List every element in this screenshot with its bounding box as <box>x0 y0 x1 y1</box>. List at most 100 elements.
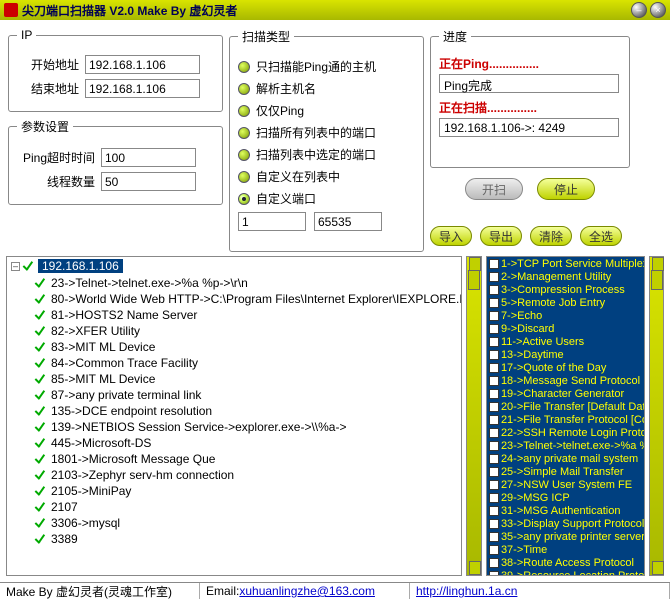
scan-option-4[interactable]: 扫描列表中选定的端口 <box>238 146 415 163</box>
tree-item[interactable]: 139->NETBIOS Session Service->explorer.e… <box>7 419 461 435</box>
tree-toggle-icon[interactable]: – <box>11 262 20 271</box>
tree-item[interactable]: 84->Common Trace Facility <box>7 355 461 371</box>
port-list-item[interactable]: 13->Daytime <box>487 348 644 361</box>
port-list-item[interactable]: 5->Remote Job Entry <box>487 296 644 309</box>
checkbox-icon[interactable] <box>489 272 499 282</box>
tree-item[interactable]: 80->World Wide Web HTTP->C:\Program File… <box>7 291 461 307</box>
radio-icon[interactable] <box>238 193 250 205</box>
tree-item[interactable]: 2107 <box>7 499 461 515</box>
port-scrollbar[interactable] <box>649 256 664 576</box>
end-ip-input[interactable] <box>85 79 200 98</box>
checkbox-icon[interactable] <box>489 389 499 399</box>
minimize-button[interactable]: – <box>631 2 647 18</box>
checkbox-icon[interactable] <box>489 415 499 425</box>
checkbox-icon[interactable] <box>489 480 499 490</box>
port-list-item[interactable]: 29->MSG ICP <box>487 491 644 504</box>
scan-option-1[interactable]: 解析主机名 <box>238 80 415 97</box>
scan-option-5[interactable]: 自定义在列表中 <box>238 168 415 185</box>
tree-item[interactable]: 2103->Zephyr serv-hm connection <box>7 467 461 483</box>
tree-item[interactable]: 1801->Microsoft Message Que <box>7 451 461 467</box>
port-list-item[interactable]: 23->Telnet->telnet.exe->%a %p->\r\n <box>487 439 644 452</box>
radio-icon[interactable] <box>238 171 250 183</box>
tree-item[interactable]: 3306->mysql <box>7 515 461 531</box>
radio-icon[interactable] <box>238 127 250 139</box>
port-list-item[interactable]: 39->Resource Location Protocol <box>487 569 644 576</box>
checkbox-icon[interactable] <box>489 428 499 438</box>
port-list-item[interactable]: 31->MSG Authentication <box>487 504 644 517</box>
checkbox-icon[interactable] <box>489 402 499 412</box>
tree-root-ip[interactable]: 192.168.1.106 <box>38 259 123 273</box>
checkbox-icon[interactable] <box>489 467 499 477</box>
checkbox-icon[interactable] <box>489 441 499 451</box>
start-scan-button[interactable]: 开扫 <box>465 178 523 200</box>
url-link[interactable]: http://linghun.1a.cn <box>416 584 517 598</box>
port-list-item[interactable]: 20->File Transfer [Default Data] <box>487 400 644 413</box>
port-list-item[interactable]: 33->Display Support Protocol <box>487 517 644 530</box>
port-list-item[interactable]: 25->Simple Mail Transfer <box>487 465 644 478</box>
export-button[interactable]: 导出 <box>480 226 522 246</box>
radio-icon[interactable] <box>238 83 250 95</box>
radio-icon[interactable] <box>238 105 250 117</box>
checkbox-icon[interactable] <box>489 571 499 577</box>
close-button[interactable]: × <box>650 2 666 18</box>
tree-item[interactable]: 87->any private terminal link <box>7 387 461 403</box>
checkbox-icon[interactable] <box>489 350 499 360</box>
port-to-input[interactable] <box>314 212 382 231</box>
port-list-panel[interactable]: 1->TCP Port Service Multiplexer2->Manage… <box>486 256 645 576</box>
port-list-item[interactable]: 9->Discard <box>487 322 644 335</box>
tree-item[interactable]: 82->XFER Utility <box>7 323 461 339</box>
port-list-item[interactable]: 24->any private mail system <box>487 452 644 465</box>
checkbox-icon[interactable] <box>489 506 499 516</box>
port-list-item[interactable]: 21->File Transfer Protocol [Control]->-> <box>487 413 644 426</box>
port-list-item[interactable]: 38->Route Access Protocol <box>487 556 644 569</box>
checkbox-icon[interactable] <box>489 376 499 386</box>
checkbox-icon[interactable] <box>489 285 499 295</box>
stop-scan-button[interactable]: 停止 <box>537 178 595 200</box>
ping-timeout-input[interactable] <box>101 148 196 167</box>
port-list-item[interactable]: 1->TCP Port Service Multiplexer <box>487 257 644 270</box>
checkbox-icon[interactable] <box>489 324 499 334</box>
results-tree[interactable]: – 192.168.1.106 23->Telnet->telnet.exe->… <box>6 256 462 576</box>
port-list-item[interactable]: 17->Quote of the Day <box>487 361 644 374</box>
radio-icon[interactable] <box>238 61 250 73</box>
checkbox-icon[interactable] <box>489 259 499 269</box>
tree-item[interactable]: 445->Microsoft-DS <box>7 435 461 451</box>
port-list-item[interactable]: 7->Echo <box>487 309 644 322</box>
tree-item[interactable]: 83->MIT ML Device <box>7 339 461 355</box>
threads-input[interactable] <box>101 172 196 191</box>
port-from-input[interactable] <box>238 212 306 231</box>
port-list-item[interactable]: 27->NSW User System FE <box>487 478 644 491</box>
checkbox-icon[interactable] <box>489 532 499 542</box>
checkbox-icon[interactable] <box>489 298 499 308</box>
checkbox-icon[interactable] <box>489 545 499 555</box>
checkbox-icon[interactable] <box>489 363 499 373</box>
checkbox-icon[interactable] <box>489 519 499 529</box>
clear-button[interactable]: 清除 <box>530 226 572 246</box>
email-link[interactable]: xuhuanlingzhe@163.com <box>239 584 375 598</box>
port-list-item[interactable]: 22->SSH Remote Login Protocol <box>487 426 644 439</box>
port-list-item[interactable]: 35->any private printer server <box>487 530 644 543</box>
tree-item[interactable]: 135->DCE endpoint resolution <box>7 403 461 419</box>
checkbox-icon[interactable] <box>489 337 499 347</box>
port-list-item[interactable]: 19->Character Generator <box>487 387 644 400</box>
scan-option-2[interactable]: 仅仅Ping <box>238 102 415 119</box>
port-list-item[interactable]: 3->Compression Process <box>487 283 644 296</box>
scan-option-3[interactable]: 扫描所有列表中的端口 <box>238 124 415 141</box>
checkbox-icon[interactable] <box>489 454 499 464</box>
radio-icon[interactable] <box>238 149 250 161</box>
checkbox-icon[interactable] <box>489 493 499 503</box>
tree-item[interactable]: 23->Telnet->telnet.exe->%a %p->\r\n <box>7 275 461 291</box>
port-list-item[interactable]: 11->Active Users <box>487 335 644 348</box>
select-all-button[interactable]: 全选 <box>580 226 622 246</box>
scan-option-6[interactable]: 自定义端口 <box>238 190 415 207</box>
import-button[interactable]: 导入 <box>430 226 472 246</box>
tree-item[interactable]: 2105->MiniPay <box>7 483 461 499</box>
scan-option-0[interactable]: 只扫描能Ping通的主机 <box>238 58 415 75</box>
port-list-item[interactable]: 2->Management Utility <box>487 270 644 283</box>
start-ip-input[interactable] <box>85 55 200 74</box>
tree-item[interactable]: 81->HOSTS2 Name Server <box>7 307 461 323</box>
checkbox-icon[interactable] <box>489 311 499 321</box>
checkbox-icon[interactable] <box>489 558 499 568</box>
port-list-item[interactable]: 37->Time <box>487 543 644 556</box>
tree-item[interactable]: 85->MIT ML Device <box>7 371 461 387</box>
